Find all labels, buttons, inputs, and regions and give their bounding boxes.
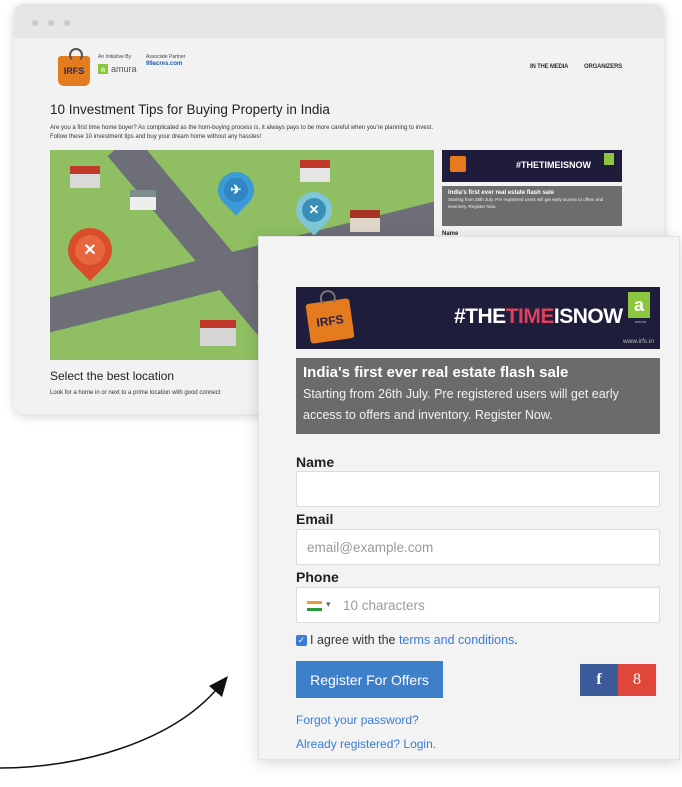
google-login-icon[interactable]: 8 (618, 664, 656, 696)
phone-label: Phone (296, 569, 339, 585)
campaign-banner: IRFS #THETIMEISNOW a amura www.irfs.in (296, 287, 660, 349)
registration-form-card: IRFS #THETIMEISNOW a amura www.irfs.in I… (258, 236, 680, 760)
amura-logo-icon: a (628, 292, 650, 318)
forgot-password-link[interactable]: Forgot your password? (296, 713, 419, 727)
site-url: www.irfs.in (622, 338, 654, 345)
terms-agreement: ✓ I agree with the terms and conditions. (296, 633, 518, 647)
india-flag-icon[interactable] (307, 601, 322, 611)
flash-sale-body: Starting from 26th July. Pre registered … (303, 387, 619, 422)
phone-field[interactable] (343, 588, 643, 622)
flash-sale-box: India's first ever real estate flash sal… (296, 358, 660, 434)
register-for-offers-button[interactable]: Register For Offers (296, 661, 443, 698)
facebook-login-icon[interactable]: f (580, 664, 618, 696)
agree-text: I agree with the (310, 633, 396, 647)
hashtag-highlight: TIME (505, 305, 555, 328)
login-link[interactable]: Already registered? Login. (296, 737, 436, 751)
email-label: Email (296, 511, 334, 527)
hashtag-part: #THE (454, 305, 506, 328)
email-field[interactable] (296, 529, 660, 565)
name-label: Name (296, 454, 335, 470)
agree-suffix: . (514, 633, 518, 647)
amura-logo-text: amura (634, 319, 646, 324)
terms-checkbox[interactable]: ✓ (296, 634, 307, 646)
flash-sale-title: India's first ever real estate flash sal… (303, 364, 569, 381)
campaign-hashtag: #THETIMEISNOW (454, 305, 623, 329)
name-field[interactable] (296, 471, 660, 507)
chevron-down-icon[interactable]: ▾ (326, 599, 331, 610)
phone-field-wrapper: ▾ (296, 587, 660, 623)
irfs-logo: IRFS (305, 298, 355, 344)
terms-link[interactable]: terms and conditions (399, 633, 514, 647)
hashtag-part: ISNOW (553, 305, 623, 328)
